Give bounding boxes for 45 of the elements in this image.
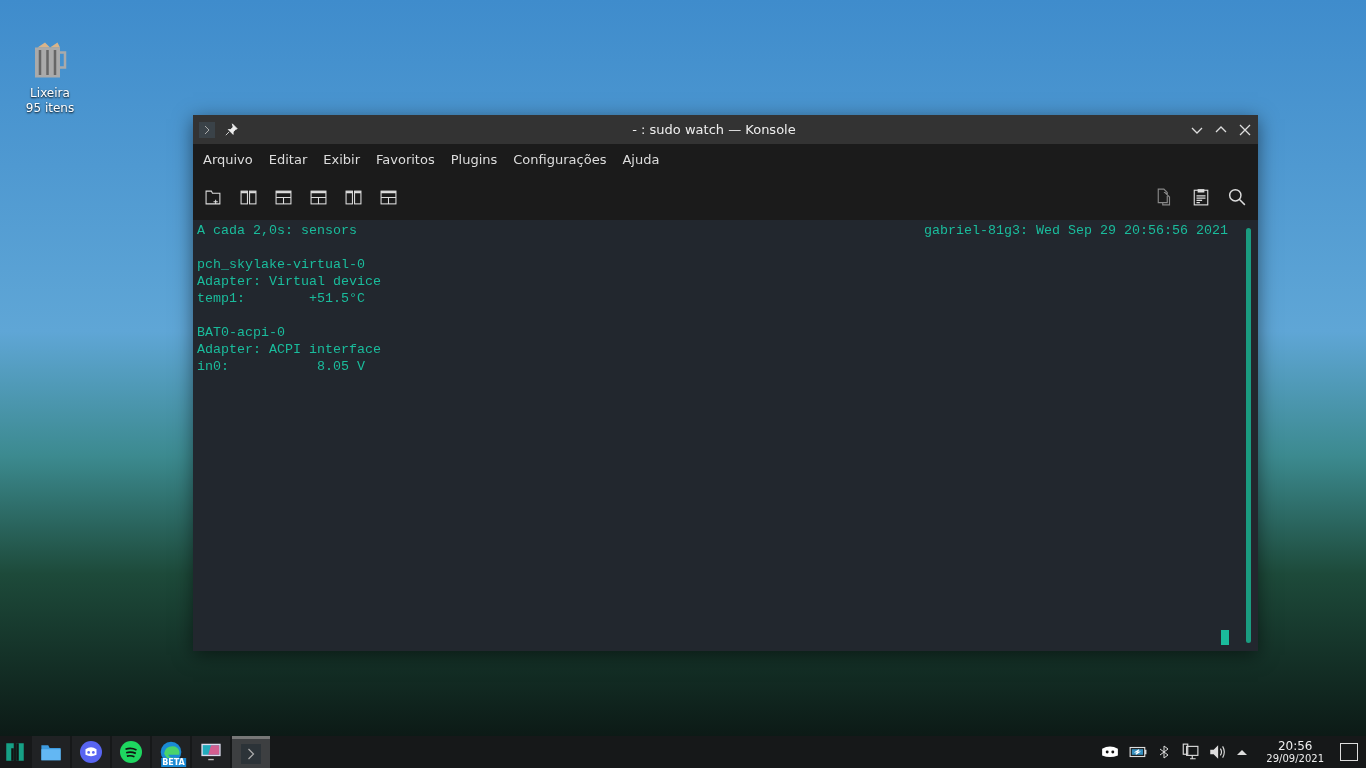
terminal-line: temp1: +51.5°C — [197, 290, 365, 307]
terminal-line: in0: 8.05 V — [197, 358, 365, 375]
menu-item[interactable]: Editar — [260, 147, 316, 171]
menu-item[interactable]: Arquivo — [195, 147, 261, 171]
search-icon[interactable] — [1228, 188, 1246, 206]
clipboard-icon[interactable] — [1192, 188, 1210, 206]
new-tab-icon[interactable] — [205, 188, 222, 206]
split-columns-icon[interactable] — [240, 188, 257, 206]
chat-app-icon — [80, 741, 102, 763]
volume-icon — [1208, 743, 1227, 761]
terminal-icon — [241, 743, 261, 764]
taskbar-button[interactable] — [112, 736, 150, 768]
taskbar-button[interactable]: BETA — [152, 736, 190, 768]
close-button[interactable] — [1238, 122, 1252, 137]
logo-icon — [5, 742, 25, 762]
menu-item[interactable]: Ajuda — [614, 147, 668, 171]
menu-item[interactable]: Configurações — [505, 147, 615, 171]
split-rows-icon[interactable] — [310, 188, 327, 206]
taskbar-button[interactable] — [72, 736, 110, 768]
terminal-area[interactable]: A cada 2,0s: sensors gabriel-81g3: Wed Sep 29 20:56:56 2021 pch_skylake-virtual-0 Adapter: Virtual device temp1: +51.5°C BAT0-acpi-0 Adapter: ACPI interface in0: 8.05 V — [193, 220, 1258, 651]
network-icon — [1180, 743, 1201, 761]
menu-item[interactable]: Favoritos — [368, 147, 443, 171]
split-columns-icon[interactable] — [345, 188, 362, 206]
text-cursor — [1221, 630, 1229, 645]
scrollbar-handle[interactable] — [1246, 228, 1251, 643]
music-app-icon — [120, 741, 142, 763]
taskbar-button[interactable] — [192, 736, 230, 768]
pin-icon — [225, 123, 238, 136]
terminal-line: pch_skylake-virtual-0 — [197, 256, 365, 273]
monitor-icon — [200, 741, 222, 763]
terminal-line: Adapter: Virtual device — [197, 273, 381, 290]
terminal-line: Adapter: ACPI interface — [197, 341, 381, 358]
taskbar-button[interactable] — [32, 736, 70, 768]
terminal-line: A cada 2,0s: sensors — [197, 222, 357, 239]
terminal-icon — [199, 121, 215, 138]
terminal-line: gabriel-81g3: Wed Sep 29 20:56:56 2021 — [924, 222, 1228, 239]
terminal-line: BAT0-acpi-0 — [197, 324, 285, 341]
window-title: - : sudo watch — Konsole — [631, 122, 797, 137]
clock[interactable]: 20:56 29/09/2021 — [1266, 739, 1324, 765]
beta-badge: BETA — [161, 758, 186, 767]
menu-item[interactable]: Plugins — [442, 147, 506, 171]
menu-item[interactable]: Exibir — [315, 147, 368, 171]
show-desktop-button[interactable] — [1340, 743, 1358, 761]
split-rows-icon[interactable] — [275, 188, 292, 206]
split-rows-icon[interactable] — [380, 188, 397, 206]
